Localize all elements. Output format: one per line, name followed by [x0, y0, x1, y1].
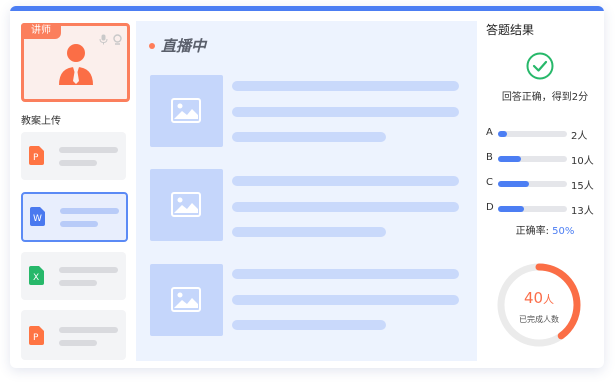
- svg-text:P: P: [33, 333, 39, 343]
- image-icon: [171, 192, 201, 217]
- teacher-avatar-icon: [59, 44, 93, 85]
- placeholder-line: [232, 132, 386, 142]
- option-row: D 13人: [486, 202, 604, 217]
- placeholder-line: [232, 81, 459, 91]
- placeholder-line: [60, 221, 98, 227]
- placeholder-line: [59, 267, 118, 273]
- file-item[interactable]: P: [21, 132, 126, 180]
- quiz-dashboard-card: 讲师 教案上传 P W X P 直播中 答题结果 回答正确，得到2分 A 2人 …: [10, 6, 604, 368]
- placeholder-line: [232, 107, 459, 117]
- file-item[interactable]: P: [21, 310, 126, 360]
- option-fill-bar: [498, 156, 521, 162]
- placeholder-line: [59, 160, 97, 166]
- svg-text:W: W: [33, 214, 42, 224]
- file-item[interactable]: X: [21, 252, 126, 300]
- placeholder-line: [232, 176, 459, 186]
- placeholder-line: [232, 227, 386, 237]
- placeholder-line: [232, 295, 459, 305]
- option-fill-bar: [498, 181, 530, 187]
- image-placeholder: [150, 75, 223, 147]
- image-placeholder: [150, 264, 223, 336]
- live-area: 直播中: [136, 21, 477, 361]
- teacher-video[interactable]: 讲师: [21, 23, 130, 102]
- word-file-icon: W: [30, 207, 45, 226]
- teacher-tag: 讲师: [21, 23, 61, 39]
- option-letter: D: [486, 202, 494, 213]
- placeholder-line: [59, 340, 97, 346]
- option-row: B 10人: [486, 152, 604, 167]
- option-fill-bar: [498, 206, 524, 212]
- option-count: 10人: [571, 156, 594, 167]
- microphone-icon[interactable]: [99, 30, 108, 49]
- result-message: 回答正确，得到2分: [501, 92, 589, 103]
- option-row: A 2人: [486, 127, 604, 142]
- option-count: 13人: [571, 206, 594, 217]
- result-title: 答题结果: [486, 23, 535, 37]
- image-placeholder: [150, 169, 223, 241]
- file-item-selected[interactable]: W: [21, 192, 128, 242]
- camera-icon[interactable]: [113, 30, 122, 49]
- ppt-file-icon: P: [29, 326, 44, 345]
- placeholder-line: [59, 147, 118, 153]
- placeholder-line: [59, 327, 118, 333]
- option-track: [498, 181, 567, 187]
- svg-text:X: X: [33, 273, 39, 283]
- accuracy: 正确率: 50%: [486, 222, 604, 237]
- live-status: 直播中: [149, 35, 206, 56]
- excel-file-icon: X: [29, 266, 44, 285]
- completed-label: 已完成人数: [519, 315, 559, 324]
- image-icon: [171, 287, 201, 312]
- placeholder-line: [59, 280, 97, 286]
- option-letter: C: [486, 177, 493, 188]
- top-accent-bar: [10, 6, 604, 11]
- completed-count: 40人: [496, 288, 582, 307]
- live-dot-icon: [149, 42, 155, 49]
- accuracy-value: 50%: [552, 226, 575, 237]
- accuracy-label: 正确率:: [515, 226, 549, 237]
- completed-number: 40: [523, 289, 544, 307]
- option-row: C 15人: [486, 177, 604, 192]
- placeholder-line: [232, 320, 386, 330]
- option-letter: A: [486, 127, 493, 138]
- option-track: [498, 156, 567, 162]
- image-icon: [171, 98, 201, 123]
- live-title-text: 直播中: [161, 37, 207, 55]
- placeholder-line: [60, 208, 119, 214]
- option-fill-bar: [498, 131, 507, 137]
- svg-text:P: P: [33, 153, 39, 163]
- lesson-upload-title: 教案上传: [21, 116, 61, 127]
- option-track: [498, 131, 567, 137]
- option-count: 15人: [571, 181, 594, 192]
- completed-unit: 人: [543, 293, 555, 306]
- placeholder-line: [232, 202, 459, 212]
- placeholder-line: [232, 269, 459, 279]
- check-circle-icon: [526, 52, 554, 80]
- option-track: [498, 206, 567, 212]
- option-letter: B: [486, 152, 493, 163]
- option-count: 2人: [571, 131, 588, 142]
- ppt-file-icon: P: [29, 146, 44, 165]
